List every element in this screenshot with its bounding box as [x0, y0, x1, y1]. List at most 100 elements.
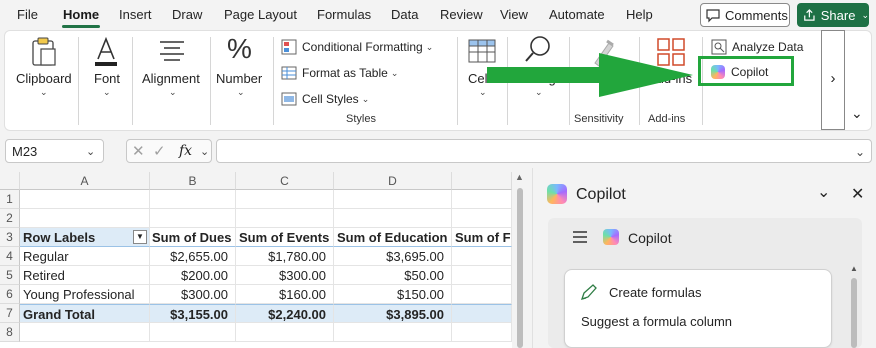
table-cell[interactable]: [452, 285, 512, 304]
table-cell-label[interactable]: Retired: [20, 266, 150, 285]
row-header[interactable]: 1: [0, 190, 20, 209]
tab-insert[interactable]: Insert: [119, 7, 152, 22]
cell[interactable]: [334, 209, 452, 228]
grand-total-label[interactable]: Grand Total: [20, 304, 150, 323]
analyze-data-button[interactable]: Analyze Data: [711, 38, 803, 56]
copilot-ribbon-button[interactable]: Copilot: [711, 63, 768, 81]
cell[interactable]: [150, 323, 236, 342]
table-cell[interactable]: [452, 247, 512, 266]
check-icon[interactable]: ✓: [153, 142, 166, 160]
row-header[interactable]: 4: [0, 247, 20, 266]
cell[interactable]: [20, 190, 150, 209]
font-button[interactable]: Font ⌄: [85, 31, 127, 111]
pivot-header-cell[interactable]: Sum of Dues: [150, 228, 236, 247]
row-header[interactable]: 6: [0, 285, 20, 304]
name-box-value: M23: [12, 144, 38, 159]
alignment-button[interactable]: Alignment ⌄: [139, 31, 205, 111]
table-cell[interactable]: $300.00: [150, 285, 236, 304]
share-button[interactable]: Share ⌄: [797, 3, 869, 27]
row-header[interactable]: 3: [0, 228, 20, 247]
scrollbar-thumb[interactable]: [851, 278, 857, 348]
close-icon[interactable]: ✕: [851, 184, 864, 204]
cell[interactable]: [20, 323, 150, 342]
ribbon-collapse-chevron-icon[interactable]: ⌄: [851, 105, 863, 122]
cell[interactable]: [150, 190, 236, 209]
scrollbar-thumb[interactable]: [517, 188, 523, 348]
table-cell[interactable]: $50.00: [334, 266, 452, 285]
number-button[interactable]: % Number ⌄: [215, 31, 267, 111]
tab-help[interactable]: Help: [626, 7, 653, 22]
tab-automate[interactable]: Automate: [549, 7, 605, 22]
tab-home[interactable]: Home: [63, 7, 99, 22]
copilot-icon: [711, 65, 725, 79]
table-cell[interactable]: $160.00: [236, 285, 334, 304]
cell[interactable]: [150, 209, 236, 228]
hamburger-menu-icon[interactable]: [572, 230, 588, 244]
pane-scrollbar[interactable]: ▲: [849, 260, 859, 348]
pivot-header-cell[interactable]: Sum of Events: [236, 228, 334, 247]
font-icon: [95, 37, 117, 66]
grand-total-cell[interactable]: $3,895.00: [334, 304, 452, 323]
format-as-table-button[interactable]: Format as Table ⌄: [281, 63, 398, 83]
table-cell[interactable]: $150.00: [334, 285, 452, 304]
ribbon-more-button[interactable]: ›: [821, 30, 845, 130]
table-cell[interactable]: [452, 266, 512, 285]
cell[interactable]: [452, 323, 512, 342]
add-ins-group-label: Add-ins: [648, 113, 686, 125]
row-header[interactable]: 2: [0, 209, 20, 228]
table-cell[interactable]: $1,780.00: [236, 247, 334, 266]
cell[interactable]: [452, 190, 512, 209]
grand-total-cell[interactable]: $3,155.00: [150, 304, 236, 323]
pivot-header-row-labels[interactable]: Row Labels: [20, 228, 150, 247]
column-header-d[interactable]: D: [334, 172, 452, 190]
column-header-b[interactable]: B: [150, 172, 236, 190]
cell[interactable]: [236, 323, 334, 342]
table-cell[interactable]: $300.00: [236, 266, 334, 285]
cell[interactable]: [334, 323, 452, 342]
tab-file[interactable]: File: [17, 7, 38, 22]
column-header-e[interactable]: [452, 172, 512, 190]
tab-review[interactable]: Review: [440, 7, 483, 22]
clipboard-button[interactable]: Clipboard ⌄: [13, 31, 73, 111]
scroll-up-icon[interactable]: ▲: [515, 172, 524, 182]
chevron-down-icon[interactable]: ⌄: [817, 182, 830, 202]
filter-dropdown-icon[interactable]: ▼: [133, 230, 147, 244]
row-header[interactable]: 8: [0, 323, 20, 342]
row-header[interactable]: 5: [0, 266, 20, 285]
pivot-header-cell[interactable]: Sum of F: [452, 228, 512, 247]
table-cell-label[interactable]: Young Professional: [20, 285, 150, 304]
table-cell[interactable]: $3,695.00: [334, 247, 452, 266]
cell-styles-button[interactable]: Cell Styles ⌄: [281, 89, 369, 109]
tab-formulas[interactable]: Formulas: [317, 7, 371, 22]
cell[interactable]: [20, 209, 150, 228]
cell[interactable]: [236, 209, 334, 228]
cell[interactable]: [236, 190, 334, 209]
grand-total-cell[interactable]: [452, 304, 512, 323]
conditional-formatting-button[interactable]: Conditional Formatting ⌄: [281, 37, 433, 57]
comments-button[interactable]: Comments: [700, 3, 790, 27]
select-all-corner[interactable]: [0, 172, 20, 190]
sheet-scrollbar[interactable]: ▲: [514, 172, 526, 348]
table-cell[interactable]: $200.00: [150, 266, 236, 285]
cancel-icon[interactable]: ✕: [132, 142, 145, 160]
cell[interactable]: [334, 190, 452, 209]
cell-styles-icon: [281, 92, 297, 106]
column-header-c[interactable]: C: [236, 172, 334, 190]
tab-data[interactable]: Data: [391, 7, 418, 22]
cell[interactable]: [452, 209, 512, 228]
scroll-up-icon[interactable]: ▲: [850, 264, 858, 273]
table-cell-label[interactable]: Regular: [20, 247, 150, 266]
name-box[interactable]: M23 ⌄: [5, 139, 104, 163]
table-cell[interactable]: $2,655.00: [150, 247, 236, 266]
grand-total-cell[interactable]: $2,240.00: [236, 304, 334, 323]
create-formulas-card[interactable]: Create formulas Suggest a formula column: [564, 269, 832, 348]
insert-function-icon[interactable]: fx: [179, 143, 192, 159]
column-header-a[interactable]: A: [20, 172, 150, 190]
tab-page-layout[interactable]: Page Layout: [224, 7, 297, 22]
pivot-header-cell[interactable]: Sum of Education: [334, 228, 452, 247]
chevron-down-icon: ⌄: [479, 87, 487, 97]
tab-view[interactable]: View: [500, 7, 528, 22]
row-header[interactable]: 7: [0, 304, 20, 323]
formula-input[interactable]: ⌄: [216, 139, 872, 163]
tab-draw[interactable]: Draw: [172, 7, 202, 22]
